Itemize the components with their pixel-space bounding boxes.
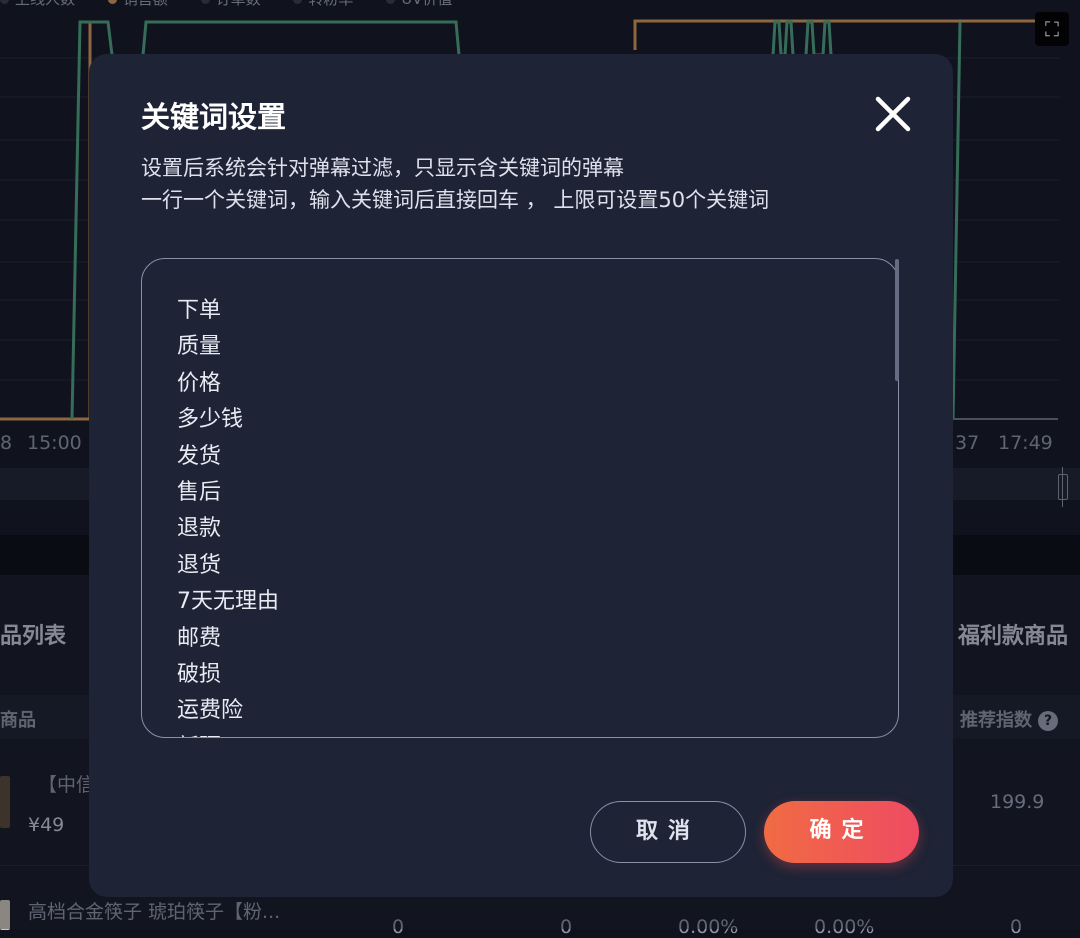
cancel-button[interactable]: 取消 <box>590 801 746 863</box>
keyword-line: 退货 <box>177 552 222 578</box>
keyword-list: 下单 质量 价格 多少钱 发货 售后 退款 退货 7天无理由 邮费 破损 运费险… <box>177 293 279 737</box>
close-icon <box>875 96 911 132</box>
close-button[interactable] <box>873 94 913 134</box>
dialog-title: 关键词设置 <box>141 100 287 134</box>
keyword-line: 售后 <box>177 479 222 505</box>
keyword-line: 发货 <box>177 443 222 469</box>
keyword-textarea[interactable]: 下单 质量 价格 多少钱 发货 售后 退款 退货 7天无理由 邮费 破损 运费险… <box>141 258 899 738</box>
keyword-line: 下单 <box>177 298 222 323</box>
keyword-line: 多少钱 <box>177 407 244 433</box>
keyword-line: 质量 <box>177 334 222 360</box>
confirm-button[interactable]: 确定 <box>764 801 919 863</box>
dialog-description: 一行一个关键词，输入关键词后直接回车 ， 上限可设置50个关键词 <box>141 188 770 212</box>
dialog-description: 设置后系统会针对弹幕过滤，只显示含关键词的弹幕 <box>141 156 624 180</box>
keyword-settings-dialog: 关键词设置 设置后系统会针对弹幕过滤，只显示含关键词的弹幕 一行一个关键词，输入… <box>89 54 953 897</box>
textarea-scrollbar[interactable] <box>895 259 899 381</box>
keyword-line: 退款 <box>177 516 222 542</box>
keyword-line: 破损 <box>177 661 222 687</box>
keyword-line: 7天无理由 <box>177 589 279 615</box>
keyword-line: 价格 <box>177 370 222 396</box>
keyword-line: 运费险 <box>177 698 244 724</box>
keyword-line: 新疆 <box>177 730 279 737</box>
keyword-line: 邮费 <box>177 625 222 651</box>
